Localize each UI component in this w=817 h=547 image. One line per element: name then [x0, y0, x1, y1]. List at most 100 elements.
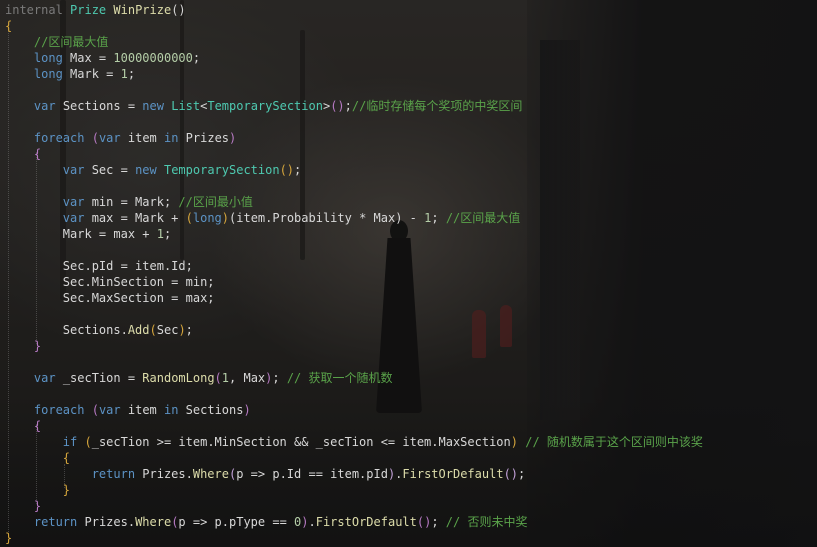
code-line[interactable]: var max = Mark + (long)(item.Probability…	[5, 210, 520, 226]
code-editor[interactable]: internal Prize WinPrize(){ //区间最大值 long …	[0, 0, 817, 547]
code-token: ;	[294, 163, 302, 177]
code-token: ;	[344, 99, 352, 113]
code-token: ;	[163, 227, 172, 241]
code-token: FirstOrDefault	[315, 515, 417, 529]
code-line[interactable]: Sec.MinSection = min;	[5, 274, 215, 290]
code-token: 1	[120, 67, 128, 81]
code-token: var	[62, 195, 85, 209]
code-line[interactable]: Sec.pId = item.Id;	[5, 258, 193, 274]
code-token: Mark =	[62, 67, 121, 81]
code-line[interactable]: Sec.MaxSection = max;	[5, 290, 215, 306]
code-line[interactable]: long Max = 10000000000;	[5, 50, 200, 66]
code-token: Mark = max +	[62, 227, 157, 241]
code-line[interactable]: return Prizes.Where(p => p.Id == item.pI…	[5, 466, 526, 482]
code-token: new	[135, 163, 157, 177]
code-line[interactable]: }	[5, 482, 70, 498]
code-line[interactable]: var Sec = new TemporarySection();	[5, 162, 301, 178]
code-line[interactable]: var min = Mark; //区间最小值	[5, 194, 253, 210]
code-line[interactable]: }	[5, 338, 41, 354]
code-line[interactable]: internal Prize WinPrize()	[5, 2, 186, 18]
code-token: Where	[192, 467, 229, 481]
code-line[interactable]: foreach (var item in Sections)	[5, 402, 251, 418]
code-token: return	[91, 467, 136, 481]
code-token: .	[308, 515, 316, 529]
code-line[interactable]: //区间最大值	[5, 34, 108, 50]
code-line[interactable]: {	[5, 418, 41, 434]
code-token: Sections =	[55, 99, 143, 113]
code-token: min = Mark;	[84, 195, 179, 209]
code-token: ;	[192, 51, 201, 65]
code-token: RandomLong	[142, 371, 215, 385]
code-token: {	[62, 451, 71, 465]
code-token: // 否则未中奖	[445, 515, 528, 529]
code-line[interactable]: }	[5, 530, 12, 546]
code-line[interactable]: if (_secTion >= item.MinSection && _secT…	[5, 434, 703, 450]
code-line[interactable]: }	[5, 498, 41, 514]
code-token: )	[221, 211, 230, 225]
code-token: ;	[431, 515, 446, 529]
code-token: var	[98, 131, 121, 145]
code-line[interactable]: {	[5, 450, 70, 466]
code-token: )	[178, 323, 186, 337]
code-token: WinPrize	[113, 3, 172, 17]
code-token: in	[164, 403, 179, 417]
code-token: , Max	[229, 371, 266, 385]
code-token: //区间最大值	[445, 211, 521, 225]
code-line[interactable]: Sections.Add(Sec);	[5, 322, 193, 338]
code-token: Sections.	[62, 323, 128, 337]
code-token: 1	[221, 371, 230, 385]
code-token: long	[33, 51, 63, 65]
code-token: ;	[518, 467, 526, 481]
code-token: }	[62, 483, 71, 497]
code-token: (	[91, 131, 99, 145]
code-line[interactable]: {	[5, 18, 12, 34]
code-token: ;	[431, 211, 446, 225]
code-token: _secTion =	[55, 371, 143, 385]
code-token: Sec.pId = item.Id;	[62, 259, 193, 273]
code-token: Sec.MinSection = min;	[62, 275, 215, 289]
code-line[interactable]: Mark = max + 1;	[5, 226, 171, 242]
code-token: TemporarySection	[207, 99, 323, 113]
code-line[interactable]: long Mark = 1;	[5, 66, 135, 82]
code-token: Sec.MaxSection = max;	[62, 291, 215, 305]
code-token: ()	[416, 515, 432, 529]
code-line[interactable]: var Sections = new List<TemporarySection…	[5, 98, 522, 114]
code-token: _secTion >= item.MinSection && _secTion …	[91, 435, 511, 449]
code-token: max = Mark +	[84, 211, 186, 225]
code-line[interactable]: var _secTion = RandomLong(1, Max); // 获取…	[5, 370, 393, 386]
code-token: TemporarySection	[163, 163, 280, 177]
code-line[interactable]: foreach (var item in Prizes)	[5, 130, 236, 146]
code-token: )	[229, 131, 237, 145]
code-token: item	[120, 403, 164, 417]
code-token: -	[402, 211, 425, 225]
code-token: 10000000000	[113, 51, 193, 65]
code-token: Prize	[70, 3, 107, 17]
code-token: {	[5, 19, 13, 33]
code-token: var	[33, 99, 56, 113]
code-token: //区间最小值	[178, 195, 253, 209]
code-token: if	[62, 435, 78, 449]
code-line[interactable]: {	[5, 146, 41, 162]
code-line[interactable]: return Prizes.Where(p => p.pType == 0).F…	[5, 514, 528, 530]
code-token: Prizes.	[135, 467, 193, 481]
code-token: //区间最大值	[33, 35, 109, 49]
code-token: long	[192, 211, 222, 225]
code-token: (	[84, 435, 92, 449]
code-token: p => p.Id == item.pId	[236, 467, 388, 481]
code-token: ;	[185, 323, 193, 337]
code-token: var	[33, 371, 56, 385]
code-token: ;	[272, 371, 287, 385]
